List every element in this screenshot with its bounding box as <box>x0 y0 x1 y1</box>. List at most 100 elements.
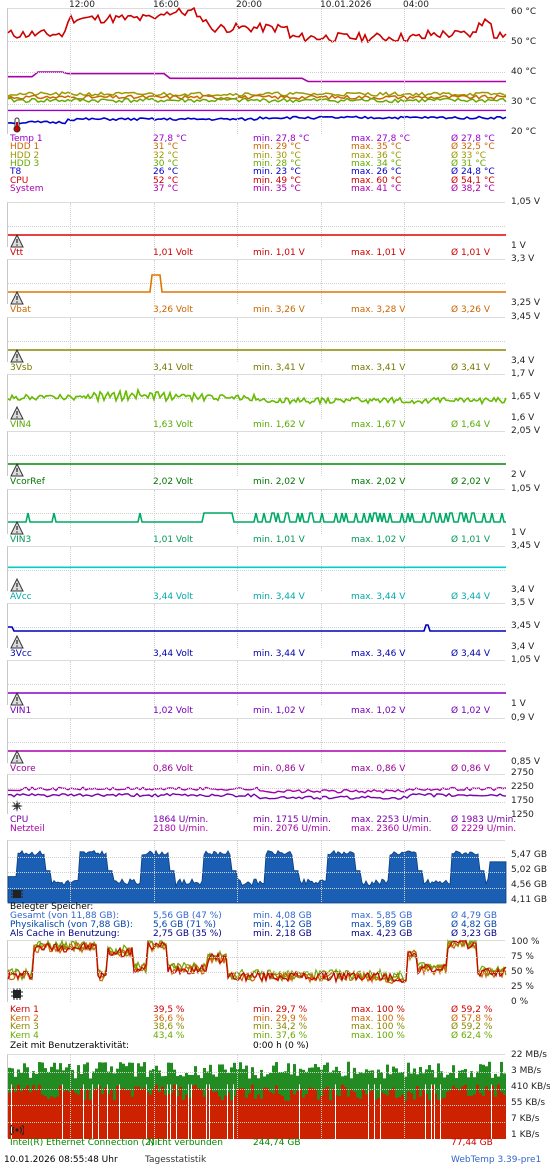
h-gridline <box>8 887 505 889</box>
v-gridline <box>404 775 405 814</box>
stat-min: min. 3,44 V <box>253 649 305 659</box>
h-gridline <box>8 1105 505 1107</box>
footer-datetime: 10.01.2026 08:55:48 Uhr <box>4 1155 118 1165</box>
gap-line <box>176 1084 177 1139</box>
h-gridline <box>8 1088 505 1090</box>
sent-bar <box>449 1090 452 1139</box>
stat-min: min. 0,86 V <box>253 764 305 774</box>
stat-avg: Ø 62,4 % <box>451 1031 493 1042</box>
sent-bar <box>59 1085 62 1139</box>
series-line <box>7 939 507 984</box>
y-tick-bottom: 3,4 V <box>511 356 535 366</box>
v-gridline <box>70 775 71 814</box>
stat-avg: Ø 3,23 GB <box>451 929 497 939</box>
stat-name: Kern 4 <box>10 1031 39 1042</box>
voltage-chart-vin4 <box>7 374 507 420</box>
stat-name: Vtt <box>10 248 24 258</box>
sent-bar <box>347 1096 350 1139</box>
stat-name: VIN1 <box>10 706 32 716</box>
stat-value: 3,44 Volt <box>153 649 193 659</box>
stat-name: 3Vcc <box>10 649 32 659</box>
voltage-chart-vcore <box>7 718 506 764</box>
stat-min: min. 1,62 V <box>253 420 305 430</box>
y-tick: 50 °C <box>511 37 537 47</box>
sent-bar <box>38 1084 41 1139</box>
gap-line <box>380 1084 381 1139</box>
network-antenna-icon <box>9 1123 25 1137</box>
warning-triangle-icon <box>10 290 24 305</box>
sent-bar <box>389 1090 392 1139</box>
sent-bar <box>476 1084 479 1139</box>
series-line <box>8 71 506 83</box>
stat-min: min. 3,41 V <box>253 363 305 373</box>
user-activity-label: Zeit mit Benutzeraktivität: <box>10 1041 130 1051</box>
h-gridline <box>8 40 505 42</box>
stat-max: max. 1,01 V <box>351 248 406 258</box>
series-line <box>8 274 506 293</box>
y-tick: 5,02 GB <box>511 865 548 875</box>
stat-min: min. 35 °C <box>253 183 301 194</box>
y-tick-bottom: 3,4 V <box>511 642 535 652</box>
network-chart <box>7 1054 506 1139</box>
stat-avg: Ø 3,41 V <box>451 363 491 373</box>
app-version-link[interactable]: WebTemp 3.39-pre1 <box>451 1156 541 1165</box>
sent-bar <box>302 1097 305 1139</box>
y-tick-bottom: 1,6 V <box>511 413 535 423</box>
stat-min: min. 3,44 V <box>253 592 305 602</box>
sent-bar <box>473 1094 476 1139</box>
v-gridline <box>154 1055 155 1138</box>
sent-bar <box>272 1093 275 1139</box>
sent-bar <box>500 1091 503 1139</box>
y-tick-bottom: 3,25 V <box>511 298 541 308</box>
stat-avg: Ø 1,02 V <box>451 706 491 716</box>
stat-name: Vbat <box>10 305 31 315</box>
gap-line <box>368 1084 369 1139</box>
y-tick: 0 % <box>511 997 529 1007</box>
user-activity-value: 0:00 h (0 %) <box>253 1041 309 1051</box>
sent-bar <box>266 1087 269 1139</box>
sent-bar <box>452 1085 455 1139</box>
sent-bar <box>116 1085 119 1139</box>
memory-chart <box>7 840 507 904</box>
y-tick-top: 3,5 V <box>511 598 535 608</box>
sent-bar <box>35 1090 38 1139</box>
y-tick: 4,56 GB <box>511 880 548 890</box>
sent-bar <box>110 1089 113 1139</box>
sent-bar <box>269 1092 272 1139</box>
temperature-chart <box>7 6 507 134</box>
network-adapter: Intel(R) Ethernet Connection (2) I <box>10 1138 160 1148</box>
sent-bar <box>185 1094 188 1139</box>
stat-value: 43,4 % <box>153 1031 185 1042</box>
y-tick: 1 KB/s <box>511 1130 540 1140</box>
gap-line <box>335 1084 336 1139</box>
voltage-chart-vbat <box>7 259 506 305</box>
sent-bar <box>353 1092 356 1139</box>
sent-bar <box>122 1087 125 1139</box>
warning-triangle-icon <box>10 520 24 535</box>
sent-bar <box>65 1090 68 1139</box>
gap-line <box>191 1084 192 1139</box>
daily-stats-link[interactable]: Tagesstatistik <box>145 1156 206 1165</box>
stat-avg: Ø 1,64 V <box>451 420 491 430</box>
stat-value: 3,26 Volt <box>153 305 193 315</box>
sent-bar <box>341 1084 344 1139</box>
sent-bar <box>416 1086 419 1139</box>
y-tick-top: 0,9 V <box>511 713 535 723</box>
voltage-plot <box>8 566 506 569</box>
sent-bar <box>392 1087 395 1139</box>
warning-triangle-icon <box>10 405 24 420</box>
sent-bar <box>212 1091 215 1139</box>
warning-triangle-icon <box>10 634 24 649</box>
sent-bar <box>218 1096 221 1139</box>
sent-bar <box>161 1086 164 1139</box>
gap-line <box>167 1084 168 1139</box>
voltage-plot <box>8 349 506 351</box>
voltage-plot <box>8 692 506 694</box>
sent-bar <box>155 1084 158 1139</box>
sent-bar <box>305 1093 308 1139</box>
y-tick: 60 °C <box>511 7 537 17</box>
voltage-chart-vcorref <box>7 431 506 477</box>
network-received: 244,74 GB <box>253 1138 301 1148</box>
stat-name: System <box>10 183 44 194</box>
y-tick-bottom: 0,85 V <box>511 757 541 767</box>
